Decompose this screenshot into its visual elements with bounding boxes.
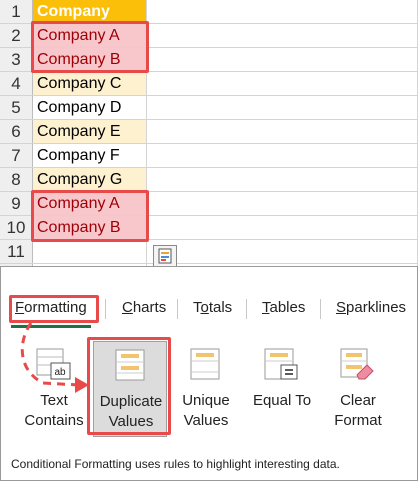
row-number[interactable]: 8 xyxy=(0,168,33,191)
row-number[interactable]: 6 xyxy=(0,120,33,143)
cell-b2[interactable] xyxy=(147,24,418,47)
option-label-line: Text xyxy=(40,392,68,409)
svg-text:ab: ab xyxy=(54,367,66,378)
option-label-line: Contains xyxy=(24,412,84,429)
option-label-line: Clear xyxy=(340,392,376,409)
cell-b10[interactable] xyxy=(147,216,418,239)
duplicate-highlight-box-bottom xyxy=(31,190,149,242)
duplicate-highlight-box-top xyxy=(31,21,149,73)
cell-b9[interactable] xyxy=(147,192,418,215)
duplicate-values-highlight-box xyxy=(87,337,171,435)
option-text-contains[interactable]: ab Text Contains xyxy=(17,341,91,437)
quick-analysis-icon xyxy=(158,248,172,264)
cell-a6[interactable]: Company E xyxy=(33,120,147,143)
row-number[interactable]: 1 xyxy=(0,0,33,23)
cell-b4[interactable] xyxy=(147,72,418,95)
row-number[interactable]: 5 xyxy=(0,96,33,119)
cell-a1[interactable]: Company xyxy=(33,0,147,23)
option-unique-values[interactable]: Unique Values xyxy=(169,341,243,437)
row-number[interactable]: 2 xyxy=(0,24,33,47)
sheet-row: 4 Company C xyxy=(0,72,418,96)
cell-b8[interactable] xyxy=(147,168,418,191)
cell-b1[interactable] xyxy=(147,0,418,23)
cell-b3[interactable] xyxy=(147,48,418,71)
option-label: Unique Values xyxy=(169,391,243,431)
row-number[interactable]: 7 xyxy=(0,144,33,167)
sheet-row: 7 Company F xyxy=(0,144,418,168)
cell-a11[interactable] xyxy=(33,240,147,263)
option-clear-format[interactable]: Clear Format xyxy=(321,341,395,437)
cell-a5[interactable]: Company D xyxy=(33,96,147,119)
option-label-line: Unique xyxy=(182,392,230,409)
cell-a4[interactable]: Company C xyxy=(33,72,147,95)
option-label-line: Equal To xyxy=(252,392,312,409)
cell-a8[interactable]: Company G xyxy=(33,168,147,191)
sheet-row: 11 xyxy=(0,240,418,264)
option-label-line: Values xyxy=(183,412,229,429)
cell-b11[interactable] xyxy=(147,240,418,263)
row-number[interactable]: 11 xyxy=(0,240,33,263)
quick-analysis-button[interactable] xyxy=(153,245,177,267)
option-equal-to[interactable]: Equal To xyxy=(245,341,319,437)
row-number[interactable]: 10 xyxy=(0,216,33,239)
cell-a7[interactable]: Company F xyxy=(33,144,147,167)
unique-values-icon xyxy=(190,348,220,380)
row-number[interactable]: 4 xyxy=(0,72,33,95)
sheet-row: 5 Company D xyxy=(0,96,418,120)
cell-b7[interactable] xyxy=(147,144,418,167)
panel-description: Conditional Formatting uses rules to hig… xyxy=(11,457,340,471)
option-label: Equal To xyxy=(245,391,319,411)
option-label: Text Contains xyxy=(17,391,91,431)
option-label: Clear Format xyxy=(321,391,395,431)
option-label-line: Format xyxy=(334,412,382,429)
row-number[interactable]: 9 xyxy=(0,192,33,215)
sheet-row: 6 Company E xyxy=(0,120,418,144)
row-number[interactable]: 3 xyxy=(0,48,33,71)
sheet-row: 8 Company G xyxy=(0,168,418,192)
cell-b6[interactable] xyxy=(147,120,418,143)
clear-format-icon xyxy=(340,348,374,380)
text-contains-icon: ab xyxy=(36,348,71,380)
equal-to-icon xyxy=(264,348,298,380)
cell-b5[interactable] xyxy=(147,96,418,119)
quick-analysis-panel: Formatting Charts Totals Tables Sparklin… xyxy=(0,266,418,481)
